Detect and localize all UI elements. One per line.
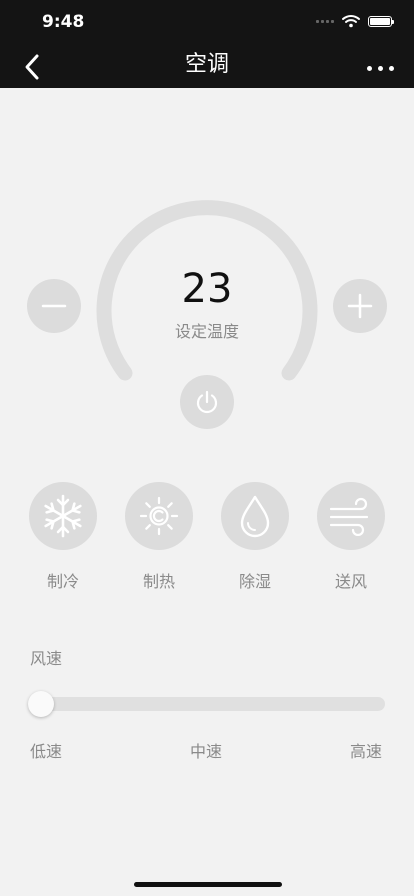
wifi-icon — [342, 15, 360, 28]
top-bar: 9:48 空调 — [0, 0, 414, 88]
minus-icon — [41, 304, 67, 308]
plus-icon — [347, 293, 373, 319]
power-icon — [196, 390, 218, 414]
battery-icon — [368, 15, 394, 27]
more-dot — [377, 65, 383, 71]
more-dot — [388, 65, 394, 71]
mode-dehumidify-label: 除湿 — [238, 572, 271, 591]
mode-cool-label: 制冷 — [46, 572, 79, 591]
page-title: 空调 — [184, 52, 229, 77]
snowflake-icon — [44, 494, 82, 538]
home-indicator[interactable] — [134, 882, 282, 887]
signal-icon — [316, 19, 334, 23]
status-time: 9:48 — [42, 12, 85, 32]
droplet-icon — [240, 495, 270, 538]
power-button[interactable] — [180, 375, 234, 429]
more-button[interactable] — [362, 56, 398, 80]
mode-heat-label: 制热 — [142, 572, 175, 591]
wind-speed-high-label: 高速 — [350, 742, 383, 761]
wind-speed-low-label: 低速 — [30, 742, 63, 761]
decrease-temperature-button[interactable] — [27, 279, 81, 333]
wind-speed-title: 风速 — [30, 649, 63, 668]
sun-icon — [139, 496, 179, 536]
mode-dehumidify-button[interactable]: 除湿 — [220, 482, 290, 592]
mode-fan-button[interactable]: 送风 — [316, 482, 386, 592]
wind-speed-track[interactable] — [28, 697, 385, 711]
mode-cool-circle — [29, 482, 97, 550]
mode-dehumidify-circle — [221, 482, 289, 550]
more-dot — [366, 65, 372, 71]
increase-temperature-button[interactable] — [333, 279, 387, 333]
mode-cool-button[interactable]: 制冷 — [28, 482, 98, 592]
mode-heat-circle — [125, 482, 193, 550]
wind-speed-medium-label: 中速 — [190, 742, 223, 761]
status-icons — [316, 14, 394, 28]
mode-fan-circle — [317, 482, 385, 550]
wind-icon — [329, 497, 369, 536]
mode-heat-button[interactable]: 制热 — [124, 482, 194, 592]
mode-fan-label: 送风 — [334, 572, 367, 591]
wind-speed-slider-thumb[interactable] — [28, 691, 54, 717]
